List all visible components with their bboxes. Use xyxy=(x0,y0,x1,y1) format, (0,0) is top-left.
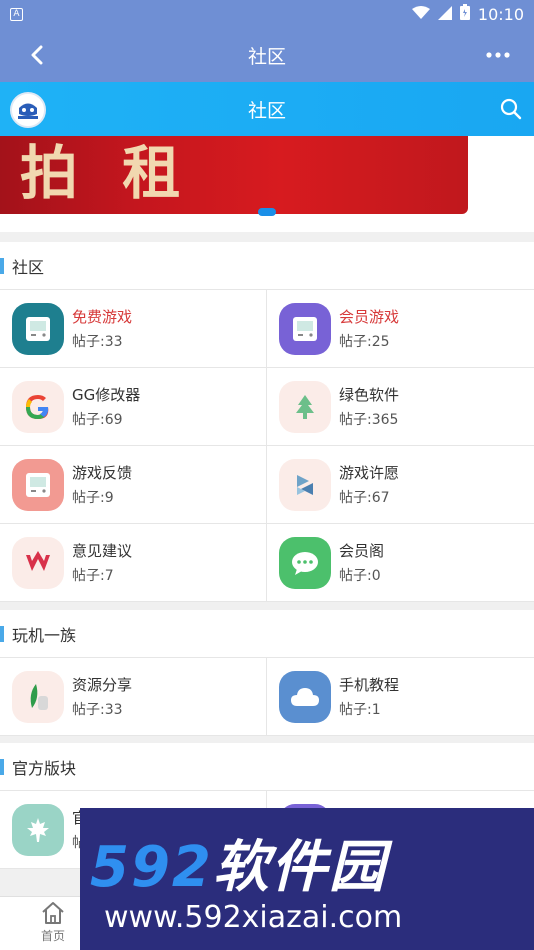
clock: 10:10 xyxy=(477,4,524,24)
forum-item-name: 绿色软件 xyxy=(339,386,400,404)
carousel-indicator[interactable] xyxy=(258,208,276,216)
forum-item-text: 游戏许愿帖子:67 xyxy=(339,462,399,507)
forum-item-count: 帖子:1 xyxy=(339,702,381,718)
leaf-icon xyxy=(12,670,64,723)
forum-item-count: 帖子:9 xyxy=(72,490,114,506)
section-title: 社区 xyxy=(247,99,286,122)
forum-item-name: GG修改器 xyxy=(72,386,141,404)
forum-item-text: 绿色软件帖子:365 xyxy=(339,384,399,429)
tree-icon xyxy=(279,380,331,433)
w-logo-icon xyxy=(12,536,64,589)
forum-item-count: 帖子:25 xyxy=(339,334,390,350)
forum-item[interactable]: 游戏许愿帖子:67 xyxy=(267,446,534,524)
forum-item-text: 免费游戏帖子:33 xyxy=(72,306,132,351)
section-title: 玩机一族 xyxy=(12,625,77,645)
sub-header: 社区 xyxy=(0,82,534,136)
watermark-number: 592 xyxy=(90,835,213,900)
gamepad-icon xyxy=(12,302,64,355)
forum-item-name: 资源分享 xyxy=(72,676,133,694)
section-header: 官方版块 xyxy=(0,743,534,791)
forum-item-count: 帖子:33 xyxy=(72,334,123,350)
section-phone-users: 玩机一族 资源分享帖子:33 手机教程帖子:1 xyxy=(0,610,534,736)
cloud-icon xyxy=(279,670,331,723)
section-header: 社区 xyxy=(0,242,534,290)
chevron-left-icon xyxy=(31,45,43,65)
forum-item[interactable]: 绿色软件帖子:365 xyxy=(267,368,534,446)
page-title: 社区 xyxy=(247,45,286,68)
forum-item[interactable]: 免费游戏帖子:33 xyxy=(0,290,267,368)
forum-item-text: 会员游戏帖子:25 xyxy=(339,306,399,351)
forum-item-name: 会员阁 xyxy=(339,542,385,560)
chat-bubble-icon xyxy=(279,536,331,589)
watermark-logo: 592软件园 xyxy=(90,822,387,903)
title-bar: 社区 xyxy=(0,28,534,82)
forum-item-name: 会员游戏 xyxy=(339,308,400,326)
forum-item-text: 会员阁帖子:0 xyxy=(339,540,384,585)
app-badge: A xyxy=(10,7,23,21)
forum-item[interactable]: 会员游戏帖子:25 xyxy=(267,290,534,368)
forum-item-name: 游戏反馈 xyxy=(72,464,133,482)
section-header: 玩机一族 xyxy=(0,610,534,658)
forum-item-text: 游戏反馈帖子:9 xyxy=(72,462,132,507)
watermark-brand: 软件园 xyxy=(212,835,387,900)
forum-item-count: 帖子:69 xyxy=(72,412,123,428)
forum-item-count: 帖子:33 xyxy=(72,702,123,718)
site-watermark: 592软件园 www.592xiazai.com xyxy=(80,808,534,950)
search-button[interactable] xyxy=(498,96,524,122)
section-title: 社区 xyxy=(12,257,45,277)
forum-item-count: 帖子:67 xyxy=(339,490,390,506)
nav-home[interactable]: 首页 xyxy=(30,901,76,949)
status-bar: A 10:10 xyxy=(0,0,534,28)
forum-item[interactable]: 手机教程帖子:1 xyxy=(267,658,534,736)
forum-item[interactable]: 游戏反馈帖子:9 xyxy=(0,446,267,524)
section-accent-bar xyxy=(0,625,4,642)
maple-leaf-icon xyxy=(12,803,64,856)
forum-item-text: 资源分享帖子:33 xyxy=(72,674,132,719)
forum-item-name: 手机教程 xyxy=(339,676,400,694)
battery-icon xyxy=(459,4,470,24)
banner-carousel[interactable]: 拍 租 xyxy=(0,136,534,232)
forum-item-text: 意见建议帖子:7 xyxy=(72,540,132,585)
home-icon xyxy=(42,902,64,924)
watermark-url: www.592xiazai.com xyxy=(104,900,403,935)
section-title: 官方版块 xyxy=(12,758,77,778)
forum-item[interactable]: 会员阁帖子:0 xyxy=(267,524,534,602)
forum-item[interactable]: 意见建议帖子:7 xyxy=(0,524,267,602)
forum-grid: 资源分享帖子:33 手机教程帖子:1 xyxy=(0,658,534,736)
gamepad-icon xyxy=(12,458,64,511)
forum-item-count: 帖子:365 xyxy=(339,412,399,428)
forum-item-text: GG修改器帖子:69 xyxy=(72,384,140,429)
more-button[interactable] xyxy=(480,40,516,70)
forum-item[interactable]: GG修改器帖子:69 xyxy=(0,368,267,446)
more-dots-icon xyxy=(486,52,510,58)
google-g-icon xyxy=(12,380,64,433)
forum-grid: 免费游戏帖子:33 会员游戏帖子:25 GG修改器帖子:69 绿色软件帖子:365 游戏… xyxy=(0,290,534,602)
forum-item-name: 意见建议 xyxy=(72,542,133,560)
forum-item-name: 游戏许愿 xyxy=(339,464,400,482)
forum-item-text: 手机教程帖子:1 xyxy=(339,674,399,719)
section-community: 社区 免费游戏帖子:33 会员游戏帖子:25 GG修改器帖子:69 绿色软件帖子:36… xyxy=(0,242,534,602)
forum-item-count: 帖子:7 xyxy=(72,568,114,584)
app-logo-icon[interactable] xyxy=(10,92,46,128)
wifi-icon xyxy=(411,5,430,24)
signal-icon xyxy=(437,5,452,24)
forum-item-name: 免费游戏 xyxy=(72,308,133,326)
section-accent-bar xyxy=(0,758,4,775)
back-button[interactable] xyxy=(22,40,52,70)
banner-text: 拍 租 xyxy=(20,139,193,207)
nav-home-label: 首页 xyxy=(40,929,65,943)
gamepad-icon xyxy=(279,302,331,355)
s-logo-icon xyxy=(279,458,331,511)
search-icon xyxy=(500,98,522,120)
section-accent-bar xyxy=(0,257,4,274)
forum-item-count: 帖子:0 xyxy=(339,568,381,584)
banner-image[interactable]: 拍 租 xyxy=(0,136,468,214)
forum-item[interactable]: 资源分享帖子:33 xyxy=(0,658,267,736)
